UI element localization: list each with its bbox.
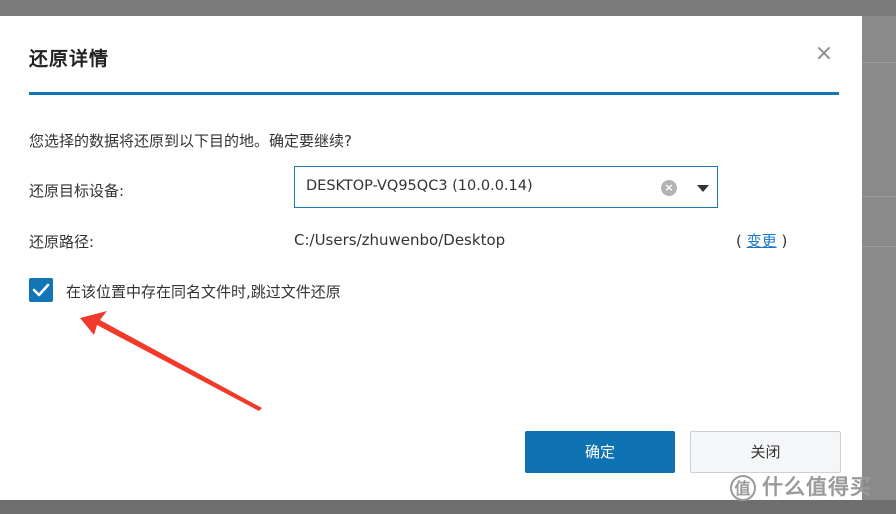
checkmark-icon <box>32 283 50 297</box>
change-path: ( 变更 ) <box>736 230 787 251</box>
dialog-title: 还原详情 <box>29 48 110 70</box>
restore-path-label: 还原路径: <box>29 233 95 251</box>
backdrop-bottom <box>0 500 896 514</box>
skip-existing-checkbox[interactable] <box>29 278 53 302</box>
watermark: 值什么值得买 <box>730 471 872 501</box>
backdrop-right <box>862 16 896 500</box>
target-device-label: 还原目标设备: <box>29 182 125 200</box>
confirm-prompt: 您选择的数据将还原到以下目的地。确定要继续? <box>29 132 352 150</box>
backdrop-top <box>0 0 896 16</box>
change-path-link[interactable]: 变更 <box>747 232 777 250</box>
chevron-down-icon[interactable] <box>697 185 709 192</box>
change-paren-open: ( <box>736 232 742 250</box>
target-device-select[interactable]: DESKTOP-VQ95QC3 (10.0.0.14) × <box>294 166 718 208</box>
watermark-text: 什么值得买 <box>762 475 872 499</box>
title-divider <box>29 92 839 95</box>
restore-path-value: C:/Users/zhuwenbo/Desktop <box>294 231 506 249</box>
change-paren-close: ) <box>781 232 788 250</box>
skip-existing-label: 在该位置中存在同名文件时,跳过文件还原 <box>66 283 341 301</box>
confirm-button[interactable]: 确定 <box>525 431 675 473</box>
restore-details-dialog: 还原详情 × 您选择的数据将还原到以下目的地。确定要继续? 还原目标设备: DE… <box>0 16 862 500</box>
watermark-logo: 值 <box>730 475 756 501</box>
close-button[interactable]: 关闭 <box>690 431 841 473</box>
clear-icon[interactable]: × <box>661 180 677 196</box>
close-icon[interactable]: × <box>814 43 834 65</box>
target-device-value: DESKTOP-VQ95QC3 (10.0.0.14) <box>306 178 533 194</box>
